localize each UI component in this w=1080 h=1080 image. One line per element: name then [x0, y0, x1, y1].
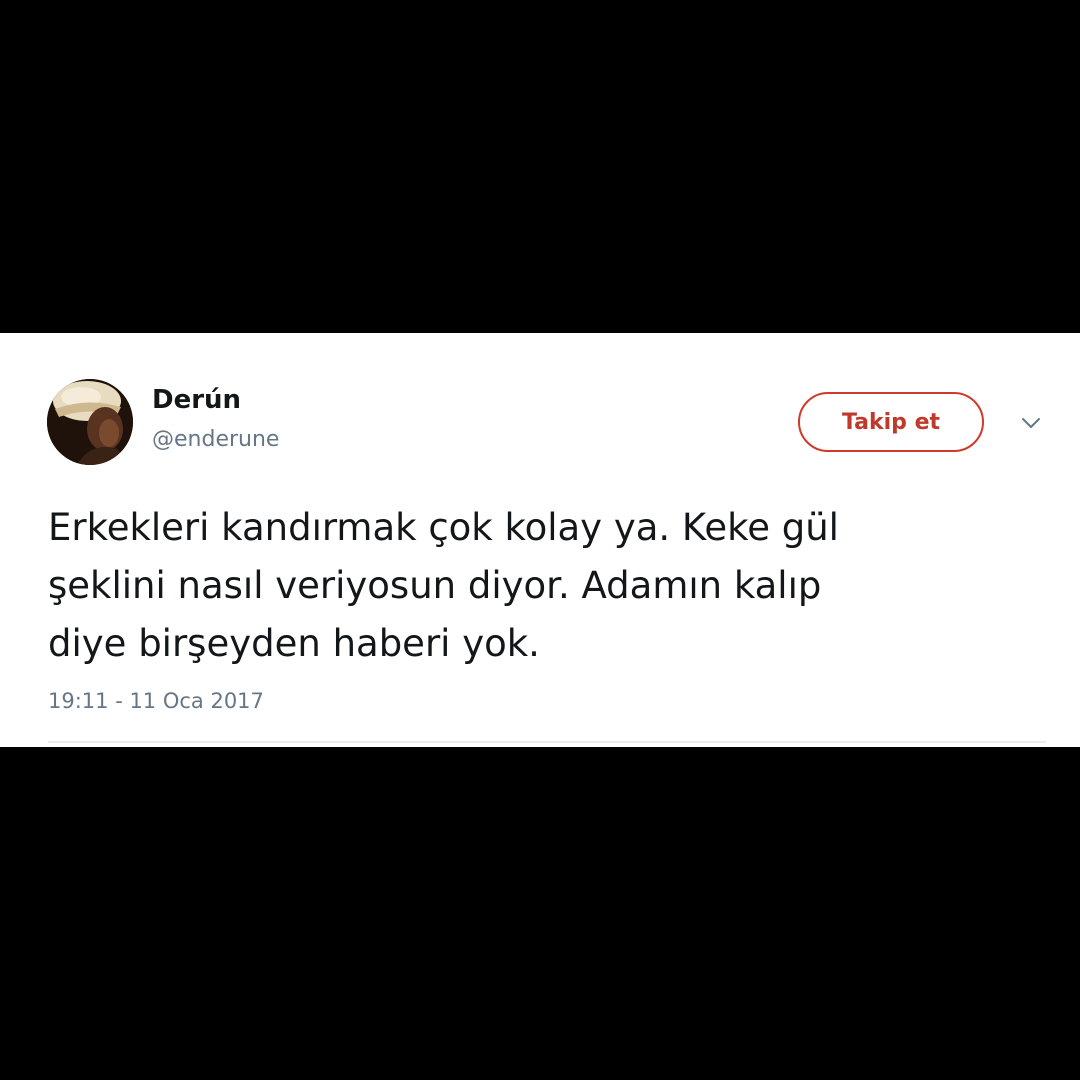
image-frame: Derún @enderune Takip et Erkekleri kandı…: [0, 0, 1080, 1080]
divider: [48, 741, 1046, 743]
chevron-down-icon[interactable]: [1018, 415, 1044, 431]
follow-button[interactable]: Takip et: [798, 392, 984, 452]
tweet-timestamp[interactable]: 19:11 - 11 Oca 2017: [48, 689, 264, 713]
display-name[interactable]: Derún: [152, 385, 241, 415]
tweet-text-line: diye birşeyden haberi yok.: [48, 622, 540, 665]
tweet-text: Erkekleri kandırmak çok kolay ya. Keke g…: [48, 499, 1048, 673]
tweet-text-line: şeklini nasıl veriyosun diyor. Adamın ka…: [48, 564, 822, 607]
tweet-text-line: Erkekleri kandırmak çok kolay ya. Keke g…: [48, 506, 839, 549]
avatar[interactable]: [47, 379, 133, 465]
tweet-card: Derún @enderune Takip et Erkekleri kandı…: [0, 333, 1080, 747]
user-handle[interactable]: @enderune: [152, 427, 279, 452]
avatar-image: [47, 379, 133, 465]
